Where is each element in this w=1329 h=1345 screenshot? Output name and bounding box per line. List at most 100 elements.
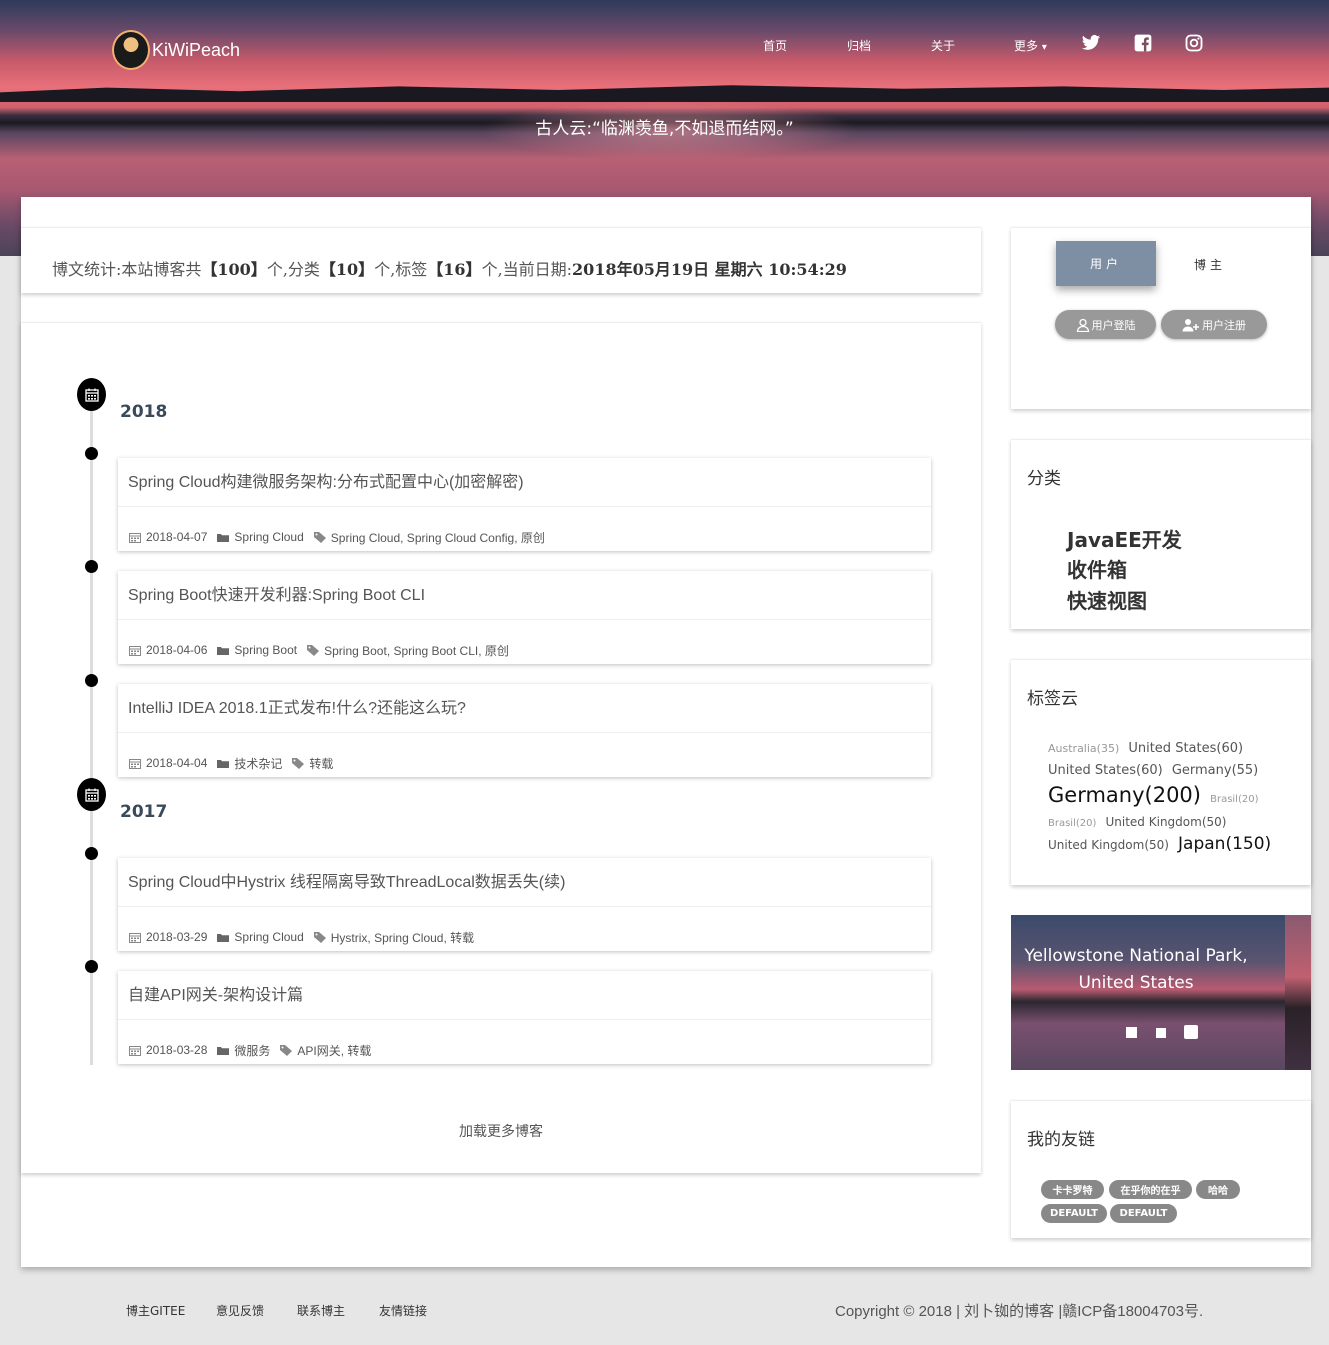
post-category[interactable]: 技术杂记 [234,755,282,772]
post-date: 2018-03-28 [146,1043,208,1057]
nav-archive[interactable]: 归档 [847,37,871,54]
footer-link-feedback[interactable]: 意见反馈 [216,1302,264,1319]
carousel-caption: Yellowstone National Park, United States [1024,946,1248,993]
post-tags[interactable]: Hystrix, Spring Cloud, 转载 [331,929,474,946]
tag-cloud-item[interactable]: Japan(150) [1178,834,1271,854]
post-meta: 2018-03-29 Spring Cloud Hystrix, Spring … [118,906,931,951]
register-label: 用户注册 [1202,318,1246,332]
post-category[interactable]: Spring Cloud [234,930,303,944]
tag-cloud-item[interactable]: Brasil(20) [1210,794,1258,805]
nav-more-label: 更多 [1014,39,1039,53]
post-category[interactable]: Spring Boot [234,643,297,657]
post-tags[interactable]: API网关, 转载 [297,1042,371,1059]
calendar-icon [77,378,106,411]
nav-home[interactable]: 首页 [763,37,787,54]
post-tags[interactable]: Spring Boot, Spring Boot CLI, 原创 [324,642,509,659]
nav-more[interactable]: 更多 ▾ [1014,37,1047,54]
user-icon [1076,318,1089,332]
stats-prefix: 博文统计:本站博客共 [52,260,202,279]
timeline-dot [85,674,98,687]
friend-link[interactable]: 哈哈 [1196,1180,1240,1199]
footer-link-friends[interactable]: 友情链接 [379,1302,427,1319]
post-date: 2018-04-04 [146,756,208,770]
user-register-button[interactable]: 用户注册 [1161,310,1267,339]
folder-icon [217,645,230,656]
stats-mid3: 个,当前日期: [481,260,573,279]
year-heading-2017: 2017 [120,802,168,822]
post-card[interactable]: 自建API网关-架构设计篇 2018-03-28 微服务 API网关, 转载 [118,971,931,1064]
tag-cloud-item[interactable]: Germany(55) [1172,763,1258,778]
tag-icon [313,931,326,943]
tag-cloud-item[interactable]: United Kingdom(50) [1106,815,1227,829]
folder-icon [217,758,230,769]
timeline-dot [85,560,98,573]
category-item[interactable]: JavaEE开发 [1067,524,1182,553]
user-login-button[interactable]: 用户登陆 [1055,310,1156,339]
footer: 博主GITEE 意见反馈 联系博主 友情链接 Copyright © 2018 … [0,1300,1329,1320]
calendar-icon [129,532,141,543]
stats-post-count: 【100】 [201,260,267,279]
hero-quote: 古人云:“临渊羡鱼,不如退而结网。” [535,119,794,139]
carousel-indicator[interactable] [1156,1028,1166,1038]
main-wrapper: 博文统计:本站博客共【100】个,分类【10】个,标签【16】个,当前日期:20… [21,197,1311,1267]
chevron-down-icon: ▾ [1041,42,1047,53]
category-item[interactable]: 收件箱 [1067,554,1127,583]
tag-cloud-item[interactable]: United Kingdom(50) [1048,838,1169,852]
post-card[interactable]: Spring Cloud中Hystrix 线程隔离导致ThreadLocal数据… [118,858,931,951]
load-more-button[interactable]: 加载更多博客 [21,1121,981,1141]
tab-boss[interactable]: 博主 [1194,256,1226,273]
folder-icon [217,932,230,943]
add-user-icon [1182,318,1199,331]
calendar-icon [129,1045,141,1056]
tag-cloud-item[interactable]: Brasil(20) [1048,818,1096,829]
tag-icon [313,531,326,543]
copyright-text: Copyright © 2018 | 刘卜铷的博客 |赣ICP备18004703… [835,1303,1204,1320]
footer-link-contact[interactable]: 联系博主 [297,1302,345,1319]
carousel-indicator[interactable] [1126,1027,1137,1038]
post-date: 2018-04-07 [146,530,208,544]
tagcloud-panel: 标签云 Australia(35) United States(60) Unit… [1011,659,1311,885]
tagcloud-title: 标签云 [1027,689,1078,709]
post-title[interactable]: 自建API网关-架构设计篇 [128,981,303,1005]
facebook-icon[interactable] [1133,33,1153,53]
timeline-dot [85,447,98,460]
tag-icon [292,757,305,769]
hero-hills [0,85,1329,102]
friend-link[interactable]: DEFAULT [1041,1204,1107,1223]
login-label: 用户登陆 [1091,318,1136,332]
post-meta: 2018-04-04 技术杂记 转载 [118,732,931,777]
tag-cloud-item[interactable]: United States(60) [1128,741,1243,756]
post-title[interactable]: Spring Boot快速开发利器:Spring Boot CLI [128,581,425,605]
post-title[interactable]: Spring Cloud构建微服务架构:分布式配置中心(加密解密) [128,468,524,492]
friend-links-panel: 我的友链 卡卡罗特 在乎你的在乎 哈哈 DEFAULT DEFAULT [1011,1100,1311,1238]
carousel-indicator-active[interactable] [1184,1025,1198,1039]
post-tags[interactable]: Spring Cloud, Spring Cloud Config, 原创 [331,529,545,546]
friend-link[interactable]: 在乎你的在乎 [1109,1180,1192,1199]
category-item[interactable]: 快速视图 [1067,585,1147,614]
timeline-panel: 2018 Spring Cloud构建微服务架构:分布式配置中心(加密解密) 2… [21,322,981,1173]
tag-cloud-item[interactable]: United States(60) [1048,763,1163,778]
nav-about[interactable]: 关于 [931,37,955,54]
post-card[interactable]: Spring Boot快速开发利器:Spring Boot CLI 2018-0… [118,571,931,664]
post-category[interactable]: Spring Cloud [234,530,303,544]
tab-user[interactable]: 用户 [1056,241,1156,286]
post-title[interactable]: IntelliJ IDEA 2018.1正式发布!什么?还能这么玩? [128,694,466,718]
twitter-icon[interactable] [1081,33,1101,53]
post-title[interactable]: Spring Cloud中Hystrix 线程隔离导致ThreadLocal数据… [128,868,565,892]
friend-link[interactable]: DEFAULT [1110,1204,1177,1223]
instagram-icon[interactable] [1184,33,1204,53]
post-date: 2018-04-06 [146,643,208,657]
friend-link[interactable]: 卡卡罗特 [1041,1180,1104,1199]
post-card[interactable]: Spring Cloud构建微服务架构:分布式配置中心(加密解密) 2018-0… [118,458,931,551]
tag-cloud-item[interactable]: Germany(200) [1048,783,1201,807]
post-tags[interactable]: 转载 [309,755,333,772]
image-carousel[interactable]: Yellowstone National Park, United States [1011,915,1311,1070]
tag-icon [307,644,320,656]
post-card[interactable]: IntelliJ IDEA 2018.1正式发布!什么?还能这么玩? 2018-… [118,684,931,777]
tag-cloud-item[interactable]: Australia(35) [1048,742,1119,755]
footer-link-gitee[interactable]: 博主GITEE [126,1302,185,1319]
carousel-next-slide [1285,915,1311,1070]
calendar-icon [129,758,141,769]
timeline-dot [85,960,98,973]
post-category[interactable]: 微服务 [234,1042,270,1059]
